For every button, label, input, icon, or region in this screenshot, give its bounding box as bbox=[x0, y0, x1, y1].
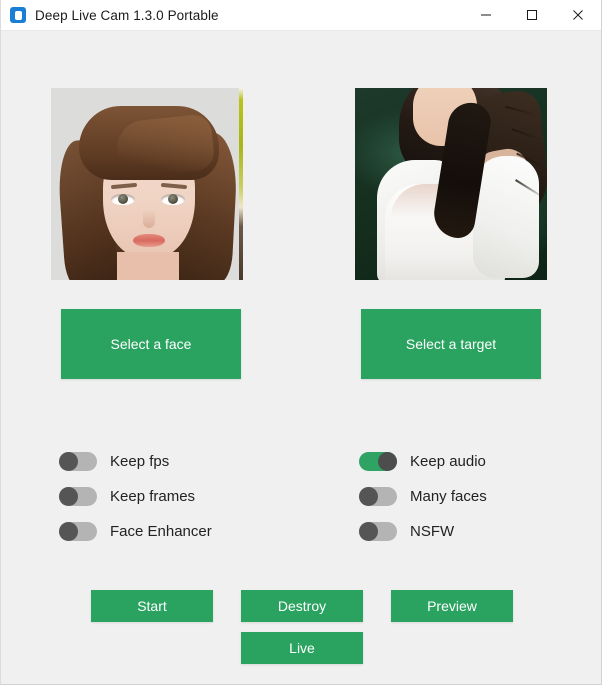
app-window: Deep Live Cam 1.3.0 Portable Select a fa… bbox=[0, 0, 602, 685]
target-preview[interactable] bbox=[355, 88, 547, 280]
target-image bbox=[355, 88, 547, 280]
app-logo-icon bbox=[10, 7, 26, 23]
toggle-many-faces[interactable] bbox=[359, 486, 397, 506]
start-button[interactable]: Start bbox=[91, 590, 213, 622]
toggle-row-keep-fps[interactable]: Keep fps bbox=[59, 449, 169, 473]
toggle-keep-frames[interactable] bbox=[59, 486, 97, 506]
toggle-label-keep-audio: Keep audio bbox=[410, 452, 486, 470]
close-icon[interactable] bbox=[555, 0, 601, 31]
window-controls bbox=[463, 0, 601, 31]
toggle-keep-fps[interactable] bbox=[59, 451, 97, 471]
toggle-row-keep-frames[interactable]: Keep frames bbox=[59, 484, 195, 508]
toggle-label-keep-fps: Keep fps bbox=[110, 452, 170, 470]
toggle-nsfw[interactable] bbox=[359, 521, 397, 541]
toggle-row-face-enhancer[interactable]: Face Enhancer bbox=[59, 519, 212, 543]
maximize-icon[interactable] bbox=[509, 0, 555, 31]
title-bar: Deep Live Cam 1.3.0 Portable bbox=[1, 0, 601, 31]
toggle-row-many-faces[interactable]: Many faces bbox=[359, 484, 487, 508]
destroy-button[interactable]: Destroy bbox=[241, 590, 363, 622]
minimize-icon[interactable] bbox=[463, 0, 509, 31]
source-face-preview[interactable] bbox=[51, 88, 243, 280]
toggle-face-enhancer[interactable] bbox=[59, 521, 97, 541]
select-target-button[interactable]: Select a target bbox=[361, 309, 541, 379]
select-face-button[interactable]: Select a face bbox=[61, 309, 241, 379]
toggle-label-face-enhancer: Face Enhancer bbox=[110, 522, 212, 540]
toggle-label-many-faces: Many faces bbox=[410, 487, 487, 505]
window-title: Deep Live Cam 1.3.0 Portable bbox=[35, 7, 219, 23]
preview-button[interactable]: Preview bbox=[391, 590, 513, 622]
toggle-row-keep-audio[interactable]: Keep audio bbox=[359, 449, 486, 473]
toggle-keep-audio[interactable] bbox=[359, 451, 397, 471]
toggle-label-nsfw: NSFW bbox=[410, 522, 455, 540]
toggle-row-nsfw[interactable]: NSFW bbox=[359, 519, 454, 543]
toggle-label-keep-frames: Keep frames bbox=[110, 487, 196, 505]
live-button[interactable]: Live bbox=[241, 632, 363, 664]
source-face-image bbox=[51, 88, 243, 280]
